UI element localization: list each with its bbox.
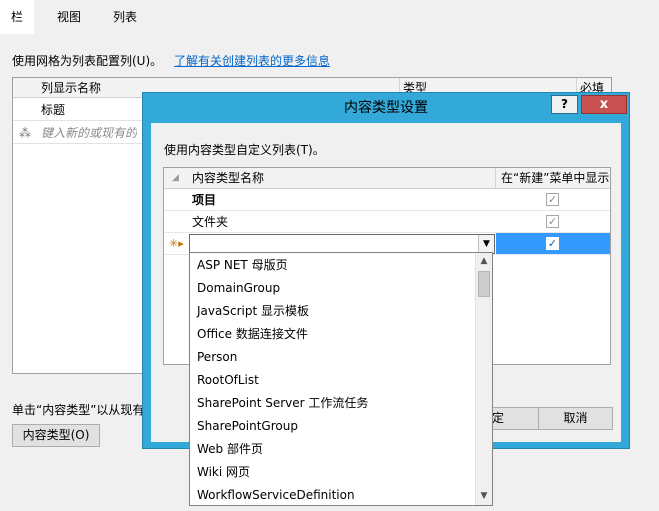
grid-intro: 使用网格为列表配置列(U)。 了解有关创建列表的更多信息	[12, 52, 330, 69]
tab-columns[interactable]: 栏	[0, 0, 34, 34]
content-type-name: 项目	[192, 193, 217, 207]
show-in-new-checkbox[interactable]: ✓	[546, 193, 559, 206]
content-type-grid-header: ◢ 内容类型名称 在“新建”菜单中显示	[164, 168, 610, 189]
close-button[interactable]: x	[581, 95, 627, 114]
dropdown-option[interactable]: Office 数据连接文件	[197, 323, 308, 346]
ok-button[interactable]: 定	[491, 407, 539, 430]
content-type-name: 文件夹	[192, 215, 229, 229]
dropdown-option[interactable]: SharePoint Server 工作流任务	[197, 392, 368, 415]
table-row[interactable]: 文件夹 ✓	[164, 211, 610, 233]
dropdown-option[interactable]: WorkflowServiceDefinition	[197, 484, 355, 507]
scroll-up-icon[interactable]: ▲	[476, 253, 492, 270]
help-button[interactable]: ?	[551, 95, 578, 114]
show-in-new-checkbox[interactable]: ✓	[546, 237, 559, 250]
scrollbar-thumb[interactable]	[478, 271, 490, 297]
chevron-down-icon[interactable]: ▼	[478, 235, 494, 253]
dropdown-option[interactable]: DomainGroup	[197, 277, 280, 300]
scroll-down-icon[interactable]: ▼	[476, 488, 492, 505]
content-type-dropdown[interactable]: ASP NET 母版页 DomainGroup JavaScript 显示模板 …	[189, 252, 493, 506]
header-divider	[495, 168, 496, 189]
dropdown-option[interactable]: SharePointGroup	[197, 415, 298, 438]
dropdown-option[interactable]: ASP NET 母版页	[197, 254, 288, 277]
cancel-button[interactable]: 取消	[538, 407, 613, 430]
column-name-cell: 标题	[41, 103, 66, 117]
new-row-icon: ⁂	[19, 126, 31, 140]
grid-intro-text: 使用网格为列表配置列(U)。	[12, 54, 163, 68]
content-types-button[interactable]: 内容类型(O)	[12, 424, 100, 447]
dropdown-scrollbar[interactable]: ▲ ▼	[475, 253, 492, 505]
column-header-display-name[interactable]: 列显示名称	[41, 78, 101, 98]
more-info-link[interactable]: 了解有关创建列表的更多信息	[174, 54, 330, 68]
content-type-note: 单击“内容类型”以从现有	[12, 403, 145, 417]
header-content-type-name[interactable]: 内容类型名称	[192, 168, 264, 189]
new-column-hint: 键入新的或现有的	[41, 126, 138, 140]
dropdown-option[interactable]: Wiki 网页	[197, 461, 250, 484]
new-row-marker-icon: ✳▸	[169, 237, 184, 250]
ribbon-tab-bar: 栏 视图 列表	[0, 0, 659, 34]
tab-views[interactable]: 视图	[44, 0, 94, 34]
dialog-description: 使用内容类型自定义列表(T)。	[164, 143, 325, 157]
header-show-in-new-menu[interactable]: 在“新建”菜单中显示	[501, 168, 609, 189]
content-type-combobox[interactable]: ▼	[189, 234, 495, 254]
table-row[interactable]: 项目 ✓	[164, 189, 610, 211]
dropdown-option[interactable]: Person	[197, 346, 237, 369]
tab-list[interactable]: 列表	[100, 0, 150, 34]
dropdown-option[interactable]: RootOfList	[197, 369, 259, 392]
show-in-new-checkbox[interactable]: ✓	[546, 215, 559, 228]
sort-corner-icon: ◢	[172, 173, 179, 183]
dropdown-option[interactable]: JavaScript 显示模板	[197, 300, 309, 323]
dropdown-option[interactable]: Web 部件页	[197, 438, 263, 461]
close-icon: x	[599, 97, 609, 112]
